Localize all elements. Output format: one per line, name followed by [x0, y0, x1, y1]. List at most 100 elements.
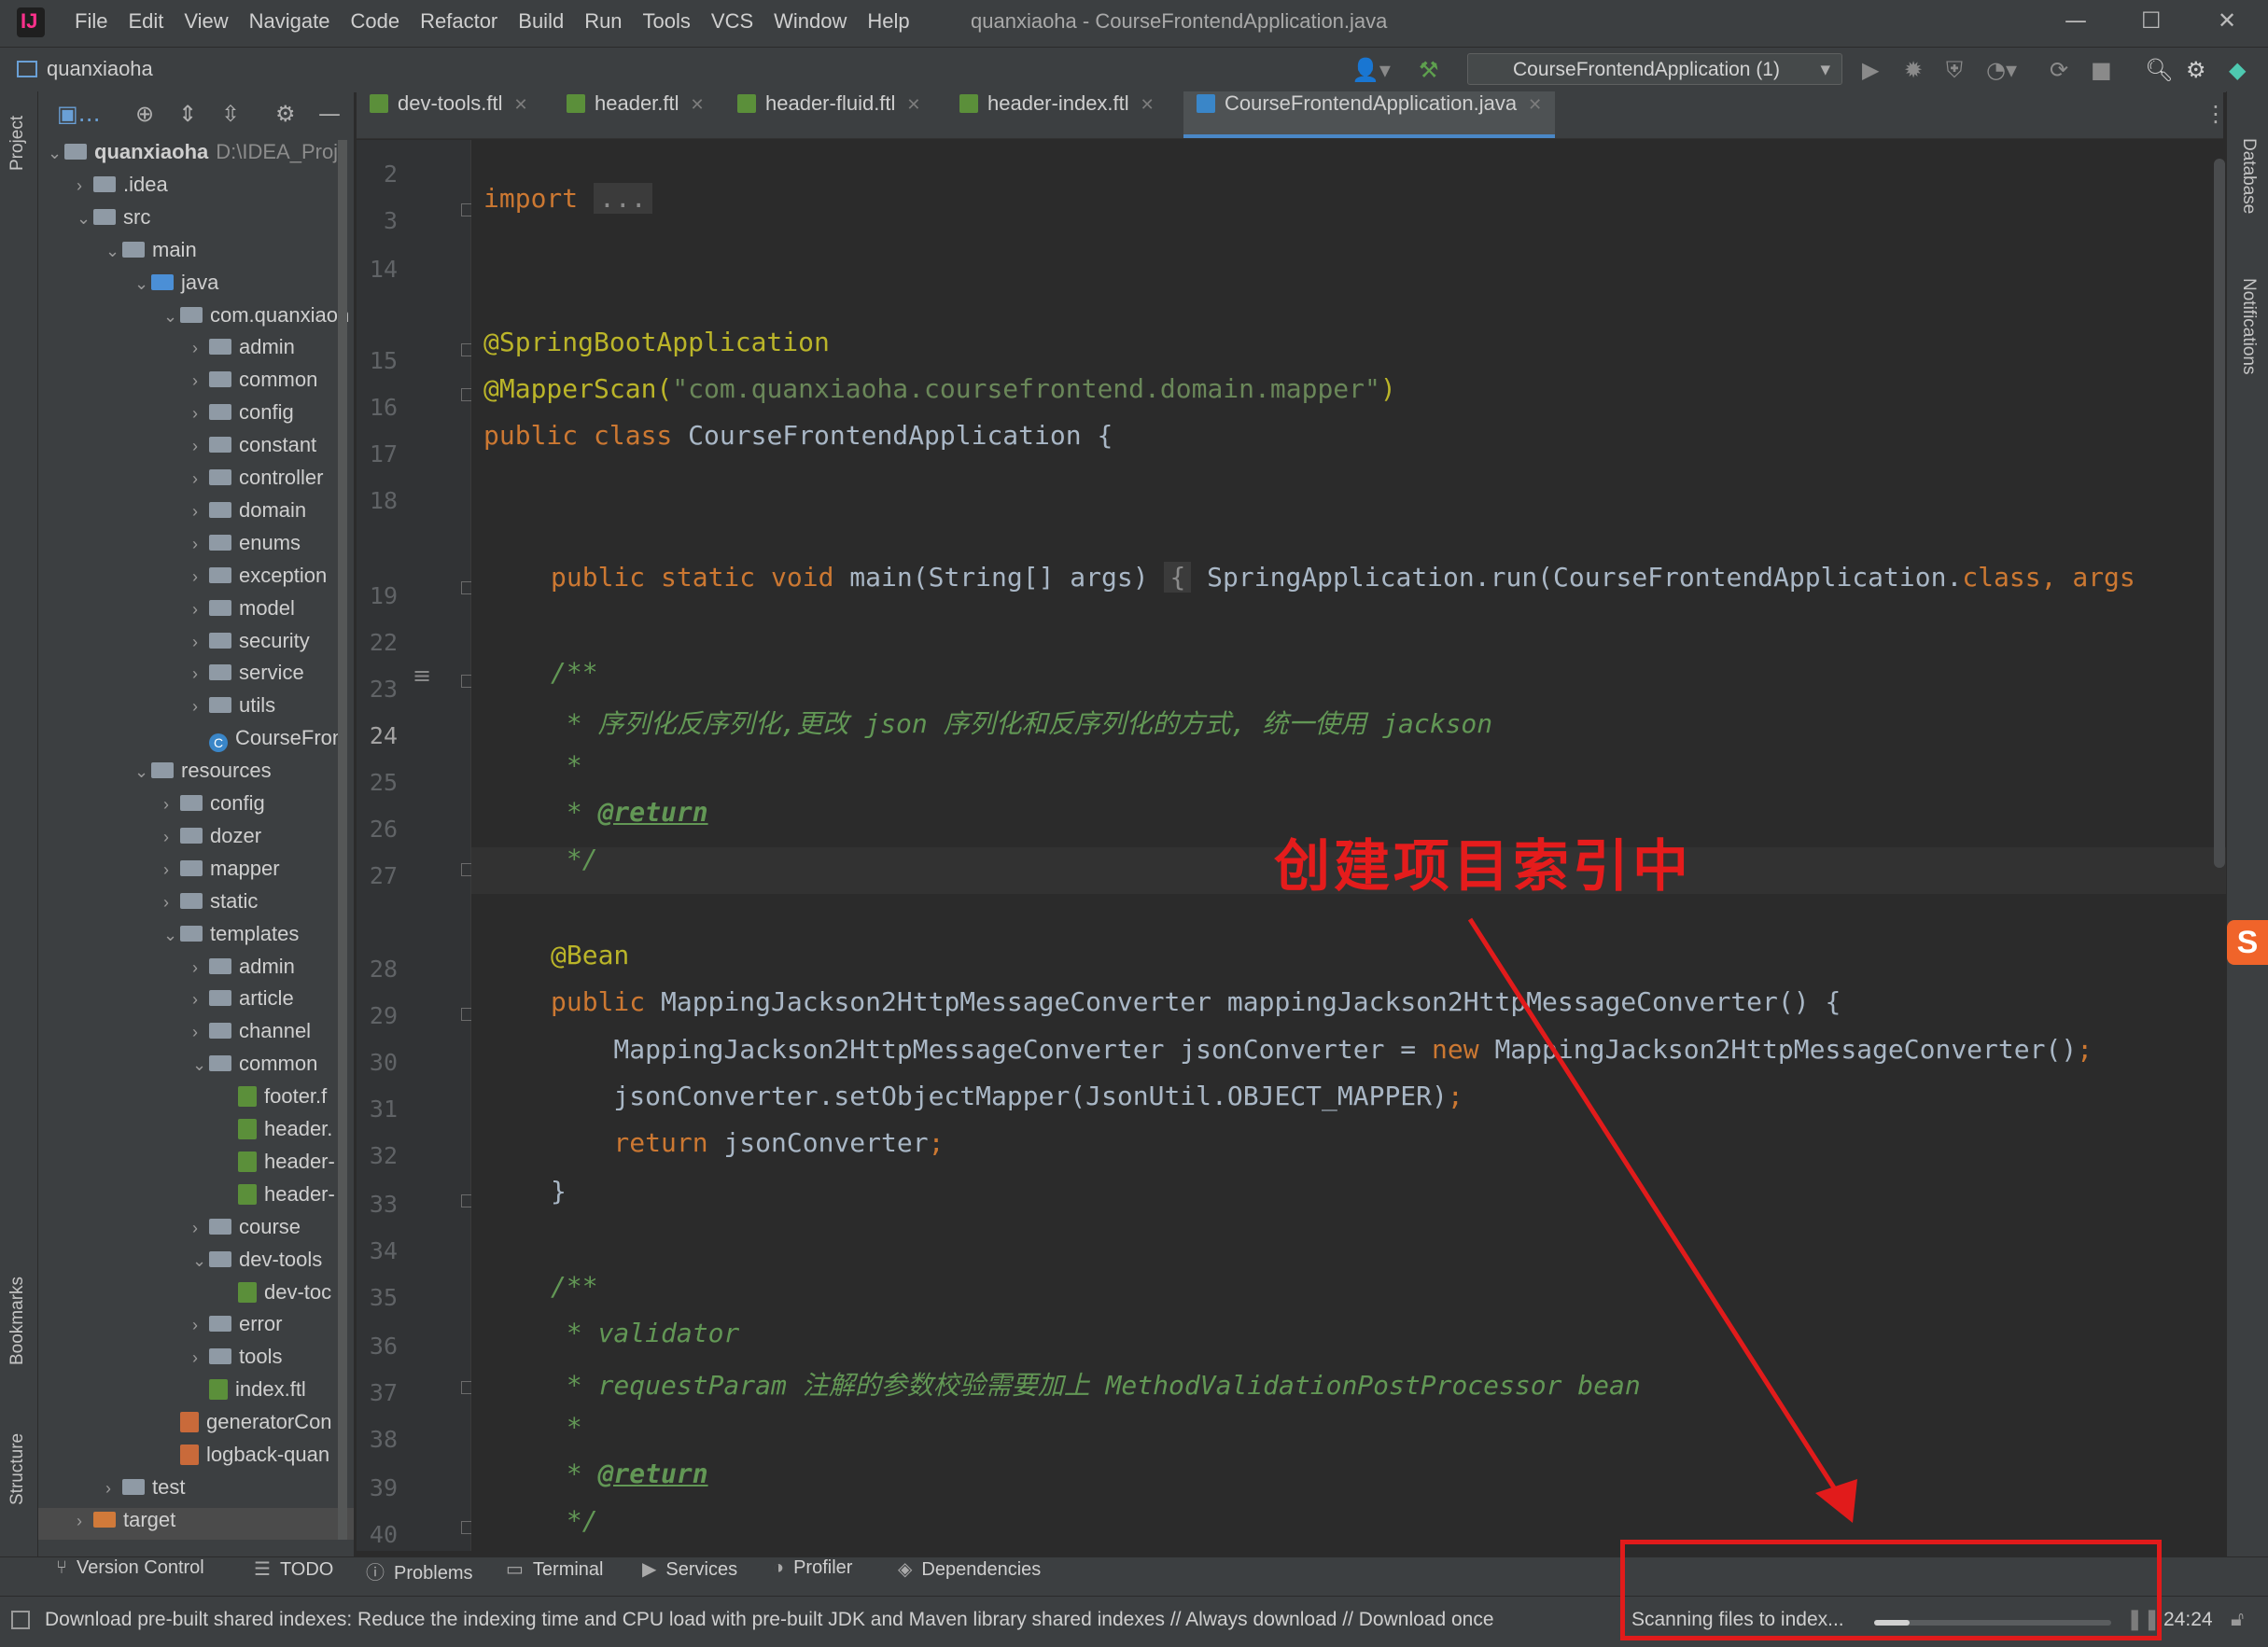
tree-item[interactable]: › article — [192, 986, 294, 1018]
debug-icon[interactable]: ✹ — [1904, 57, 1923, 83]
menu-file[interactable]: File — [75, 9, 107, 33]
tree-item[interactable]: › constant — [192, 433, 316, 465]
chevron-down-icon[interactable]: ⌄ — [163, 307, 180, 327]
chevron-right-icon[interactable]: › — [77, 176, 93, 196]
editor-scrollbar[interactable] — [2214, 159, 2225, 868]
tree-root[interactable]: ⌄ quanxiaoha D:\IDEA_Proj — [48, 140, 338, 172]
tree-item[interactable]: › admin — [192, 335, 295, 367]
stop-icon[interactable]: ■ — [2091, 57, 2112, 83]
chevron-right-icon[interactable]: › — [163, 828, 180, 847]
tree-item[interactable]: › domain — [192, 498, 306, 530]
chevron-right-icon[interactable]: › — [192, 600, 209, 620]
line-number[interactable]: 34 — [357, 1237, 398, 1264]
chevron-right-icon[interactable]: › — [105, 1479, 122, 1499]
tree-item[interactable]: ⌄ resources — [134, 759, 272, 790]
line-number[interactable]: 2 — [357, 161, 398, 188]
tree-item[interactable]: › utils — [192, 693, 275, 725]
tree-item[interactable]: › config — [192, 400, 294, 432]
menu-run[interactable]: Run — [584, 9, 622, 33]
tree-item[interactable]: › .idea — [77, 173, 168, 204]
menu-navigate[interactable]: Navigate — [249, 9, 330, 33]
search-icon[interactable]: 🔍︎ — [2145, 57, 2173, 83]
menu-build[interactable]: Build — [518, 9, 564, 33]
line-number[interactable]: 35 — [357, 1284, 398, 1311]
settings-gear-icon[interactable]: ⚙ — [2186, 57, 2206, 83]
tree-item[interactable]: footer.f — [221, 1084, 327, 1116]
tab-course-frontend-application-java[interactable]: CourseFrontendApplication.java ✕ — [1183, 91, 1556, 138]
line-number[interactable]: 26 — [357, 816, 398, 843]
tab-terminal[interactable]: ▭ Terminal — [506, 1557, 603, 1597]
build-hammer-icon[interactable]: ⚒ — [1419, 57, 1439, 83]
database-tool-tab[interactable]: Database — [2238, 138, 2259, 214]
chevron-right-icon[interactable]: › — [163, 795, 180, 815]
tree-item[interactable]: › exception — [192, 564, 327, 595]
menu-vcs[interactable]: VCS — [711, 9, 753, 33]
project-view-icon[interactable]: ▣… — [57, 101, 101, 127]
chevron-right-icon[interactable]: › — [192, 535, 209, 554]
chevron-right-icon[interactable]: › — [163, 893, 180, 913]
coverage-icon[interactable]: ⛨ — [1946, 57, 1963, 83]
tree-item[interactable]: › config — [163, 791, 265, 823]
bookmarks-tool-tab[interactable]: Bookmarks — [7, 1277, 28, 1365]
folded-imports[interactable]: ... — [594, 183, 652, 214]
chevron-down-icon[interactable]: ⌄ — [134, 274, 151, 294]
chevron-right-icon[interactable]: › — [192, 664, 209, 684]
chevron-right-icon[interactable]: › — [192, 697, 209, 717]
attach-icon[interactable]: ⟳ — [2050, 57, 2068, 83]
structure-tool-tab[interactable]: Structure — [7, 1433, 28, 1505]
tab-services[interactable]: ▶ Services — [642, 1557, 737, 1597]
line-number[interactable]: 29 — [357, 1002, 398, 1029]
line-number[interactable]: 39 — [357, 1474, 398, 1501]
minimize-button[interactable]: — — [2065, 7, 2087, 34]
chevron-down-icon[interactable]: ⌄ — [105, 242, 122, 261]
breadcrumb-project[interactable]: quanxiaoha — [47, 57, 153, 81]
line-number[interactable]: 30 — [357, 1049, 398, 1076]
line-number[interactable]: 32 — [357, 1142, 398, 1169]
run-configuration-select[interactable]: CourseFrontendApplication (1) ▾ — [1467, 53, 1842, 85]
tree-item[interactable]: header- — [221, 1150, 335, 1181]
tab-version-control[interactable]: ⑂ Version Control — [56, 1557, 204, 1597]
line-number[interactable]: 16 — [357, 394, 398, 421]
line-number[interactable]: 23 — [357, 676, 398, 703]
tab-header-ftl[interactable]: header.ftl ✕ — [567, 91, 705, 138]
tree-item[interactable]: ⌄ common — [192, 1052, 317, 1083]
close-tab-icon[interactable]: ✕ — [514, 95, 528, 114]
tab-dev-tools-ftl[interactable]: dev-tools.ftl ✕ — [370, 91, 528, 138]
tree-item[interactable]: logback-quan — [163, 1443, 329, 1474]
tree-item[interactable]: › service — [192, 661, 304, 692]
tree-item[interactable]: header- — [221, 1182, 335, 1214]
chevron-down-icon[interactable]: ⌄ — [48, 144, 64, 163]
more-tabs-icon[interactable]: ⋮ — [2205, 101, 2227, 127]
menu-view[interactable]: View — [184, 9, 228, 33]
line-number[interactable]: 33 — [357, 1191, 398, 1218]
close-tab-icon[interactable]: ✕ — [1141, 95, 1155, 114]
line-number[interactable]: 22 — [357, 629, 398, 656]
chevron-down-icon[interactable]: ⌄ — [77, 209, 93, 229]
chevron-right-icon[interactable]: › — [192, 1316, 209, 1335]
chevron-right-icon[interactable]: › — [77, 1512, 93, 1531]
line-number[interactable]: 3 — [357, 207, 398, 234]
tab-profiler[interactable]: ◑ Profiler — [773, 1557, 852, 1597]
close-tab-icon[interactable]: ✕ — [691, 95, 705, 114]
close-tab-icon[interactable]: ✕ — [1528, 95, 1542, 114]
chevron-right-icon[interactable]: › — [192, 371, 209, 391]
tree-item[interactable]: › mapper — [163, 857, 280, 888]
chevron-down-icon[interactable]: ⌄ — [134, 762, 151, 782]
chevron-right-icon[interactable]: › — [192, 958, 209, 978]
tree-item[interactable]: › model — [192, 596, 295, 628]
tree-item[interactable]: › security — [192, 629, 310, 661]
chevron-right-icon[interactable]: › — [163, 860, 180, 880]
chevron-right-icon[interactable]: › — [192, 990, 209, 1010]
chevron-right-icon[interactable]: › — [192, 1219, 209, 1238]
tree-item[interactable]: › tools — [192, 1345, 282, 1376]
run-icon[interactable]: ▶ — [1862, 57, 1879, 83]
tree-scrollbar[interactable] — [338, 140, 347, 1540]
chevron-right-icon[interactable]: › — [192, 1023, 209, 1042]
plugin-icon[interactable]: ◆ — [2229, 57, 2246, 83]
tree-item[interactable]: header. — [221, 1117, 332, 1149]
menu-window[interactable]: Window — [774, 9, 847, 33]
chevron-right-icon[interactable]: › — [192, 404, 209, 424]
tree-item[interactable]: index.ftl — [192, 1377, 306, 1409]
collapse-all-icon[interactable]: ⇳ — [221, 101, 240, 127]
tree-item[interactable]: ⌄ templates — [163, 922, 299, 954]
